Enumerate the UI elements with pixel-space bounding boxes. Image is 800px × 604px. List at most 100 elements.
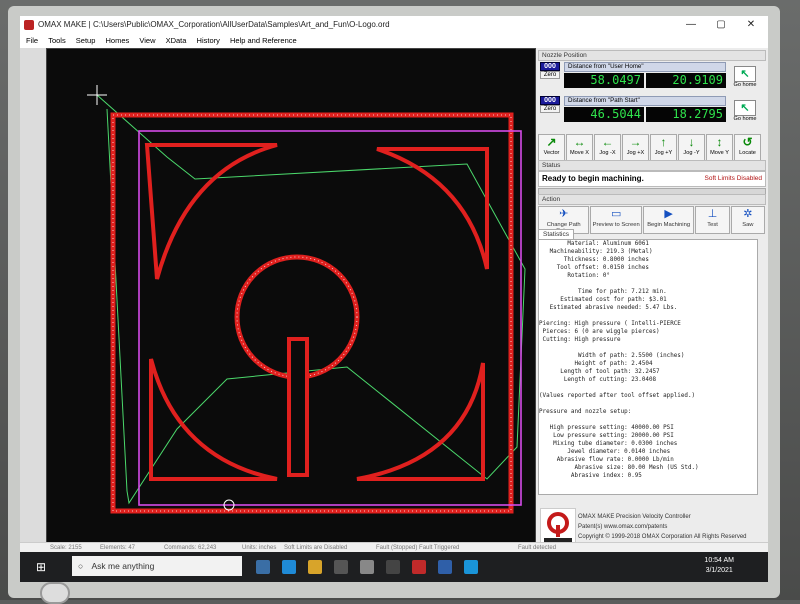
- statistics-line: Thickness: 0.8000 inches: [539, 257, 649, 263]
- inner-frame-lead: [138, 130, 522, 506]
- go-home-path-button[interactable]: ↖ Go home: [730, 100, 760, 122]
- statistics-line: Machineability: 219.3 (Metal): [539, 249, 653, 255]
- window-title: OMAX MAKE | C:\Users\Public\OMAX_Corpora…: [38, 20, 390, 29]
- file-explorer-icon[interactable]: [308, 560, 322, 574]
- statistics-line: Piercing: High pressure ( Intelli-PIERCE: [539, 321, 681, 327]
- rapid-path: [96, 94, 526, 505]
- menu-history[interactable]: History: [197, 36, 220, 45]
- statistics-line: Tool offset: 0.0150 inches: [539, 265, 649, 271]
- move-y-label: Move Y: [710, 150, 729, 156]
- windows-start-icon[interactable]: ⊞: [36, 560, 46, 574]
- zero-user-home-icon: 000: [540, 62, 560, 71]
- move-y-button[interactable]: ↕ Move Y: [706, 134, 733, 161]
- go-home-path-arrow-icon: ↖: [734, 100, 756, 116]
- menu-homes[interactable]: Homes: [106, 36, 130, 45]
- path-start-x-readout: 46.5044: [564, 107, 644, 122]
- jog-minus-x-button[interactable]: ← Jog -X: [594, 134, 621, 161]
- minimize-button[interactable]: —: [676, 16, 706, 34]
- jog-plus-x-button[interactable]: → Jog +X: [622, 134, 649, 161]
- path-start-distance-label: Distance from "Path Start": [564, 96, 726, 106]
- statistics-line: (Values reported after tool offset appli…: [539, 393, 696, 399]
- toolpath-canvas[interactable]: [46, 48, 536, 554]
- statistics-line: Length of tool path: 32.2457: [539, 369, 660, 375]
- statistics-line: High pressure setting: 40000.00 PSI: [539, 425, 674, 431]
- windows-taskbar: ⊞ ○ Ask me anything 10:54 AM 3/1/2021: [20, 552, 768, 582]
- menu-bar: File Tools Setup Homes View XData Histor…: [20, 34, 768, 48]
- statistics-line: Low pressure setting: 20000.00 PSI: [539, 433, 674, 439]
- move-x-button[interactable]: ↔ Move X: [566, 134, 593, 161]
- toolpath-drawing: [87, 85, 526, 514]
- statistics-line: [539, 480, 757, 488]
- go-home-arrow-icon: ↖: [734, 66, 756, 82]
- go-home-user-button[interactable]: ↖ Go home: [730, 66, 760, 88]
- menu-file[interactable]: File: [26, 36, 38, 45]
- zero-path-start-icon: 000: [540, 96, 560, 105]
- statistics-scrollbar[interactable]: [757, 240, 758, 495]
- zero-user-home-label: Zero: [540, 71, 560, 79]
- jog-toolbar: ↗ Vector ↔ Move X ← Jog -X → Jog +X ↑ Jog +Y …: [538, 134, 766, 161]
- zero-path-start[interactable]: 000 Zero: [540, 96, 560, 113]
- menu-help[interactable]: Help and Reference: [230, 36, 297, 45]
- maximize-button[interactable]: ▢: [706, 16, 736, 34]
- omax-taskbar-icon[interactable]: [412, 560, 426, 574]
- user-home-y-readout: 20.9109: [646, 73, 726, 88]
- statistics-line: [539, 280, 757, 288]
- vector-label: Vector: [543, 150, 560, 156]
- edge-browser-icon[interactable]: [282, 560, 296, 574]
- app-icon-3[interactable]: [438, 560, 452, 574]
- locate-button[interactable]: ↺ Locate: [734, 134, 761, 161]
- action-section: Action ✈Change Path Setup ▭Preview to Sc…: [538, 194, 766, 234]
- airplane-icon: ✈: [559, 208, 569, 220]
- omax-logo-mark: [544, 512, 572, 543]
- action-header: Action: [538, 194, 766, 205]
- statistics-line: Estimated abrasive needed: 5.47 Lbs.: [539, 305, 678, 311]
- omax-app-icon: [24, 20, 34, 30]
- omax-logo: [540, 508, 576, 546]
- go-home-user-label: Go home: [733, 82, 757, 88]
- taskbar-search[interactable]: ○ Ask me anything: [72, 556, 242, 576]
- corner-triangle-bl: [149, 358, 278, 481]
- taskbar-clock[interactable]: 10:54 AM 3/1/2021: [704, 556, 734, 576]
- app-icon-1[interactable]: [360, 560, 374, 574]
- begin-machining-label: Begin Machining: [647, 222, 691, 228]
- jog-plus-y-button[interactable]: ↑ Jog +Y: [650, 134, 677, 161]
- saw-icon: ✲: [743, 208, 753, 220]
- user-home-distance: Distance from "User Home" 58.0497 20.910…: [564, 62, 726, 88]
- statistics-line: [539, 488, 757, 494]
- outer-frame-cut: [110, 112, 514, 514]
- zero-user-home[interactable]: 000 Zero: [540, 62, 560, 79]
- move-y-arrow-icon: ↕: [716, 135, 723, 149]
- monitor-power-button[interactable]: [40, 582, 70, 604]
- close-button[interactable]: ✕: [736, 16, 766, 34]
- status-message: Ready to begin machining. Soft Limits Di…: [538, 171, 766, 187]
- about-product-line: OMAX MAKE Precision Velocity Controller: [578, 514, 691, 520]
- app-icon-4[interactable]: [464, 560, 478, 574]
- tab-statistics[interactable]: Statistics: [538, 229, 575, 239]
- jog-minus-x-label: Jog -X: [599, 150, 616, 156]
- store-icon[interactable]: [334, 560, 348, 574]
- menu-tools[interactable]: Tools: [48, 36, 66, 45]
- move-x-label: Move X: [570, 150, 589, 156]
- left-arrow-icon: ←: [601, 135, 614, 149]
- menu-setup[interactable]: Setup: [76, 36, 96, 45]
- vector-button[interactable]: ↗ Vector: [538, 134, 565, 161]
- statistics-line: Jewel diameter: 0.0140 inches: [539, 449, 671, 455]
- statistics-line: Cutting: High pressure: [539, 337, 621, 343]
- statistics-line: [539, 384, 757, 392]
- clock-time: 10:54 AM: [704, 557, 734, 564]
- test-nozzle-icon: ⊥: [707, 208, 718, 220]
- clock-date: 3/1/2021: [705, 567, 733, 574]
- statistics-report: Material: Aluminum 6061 Machineability: …: [538, 239, 758, 495]
- statistics-line: Rotation: 0°: [539, 273, 610, 279]
- menu-view[interactable]: View: [139, 36, 155, 45]
- move-x-arrow-icon: ↔: [573, 135, 586, 149]
- right-arrow-icon: →: [629, 135, 642, 149]
- task-view-icon[interactable]: [256, 560, 270, 574]
- corner-triangle-tl: [144, 143, 278, 280]
- menu-xdata[interactable]: XData: [166, 36, 187, 45]
- statistics-line: [539, 416, 757, 424]
- jog-minus-y-button[interactable]: ↓ Jog -Y: [678, 134, 705, 161]
- app-icon-2[interactable]: [386, 560, 400, 574]
- statistics-line: [539, 312, 757, 320]
- statistics-line: Height of path: 2.4504: [539, 361, 653, 367]
